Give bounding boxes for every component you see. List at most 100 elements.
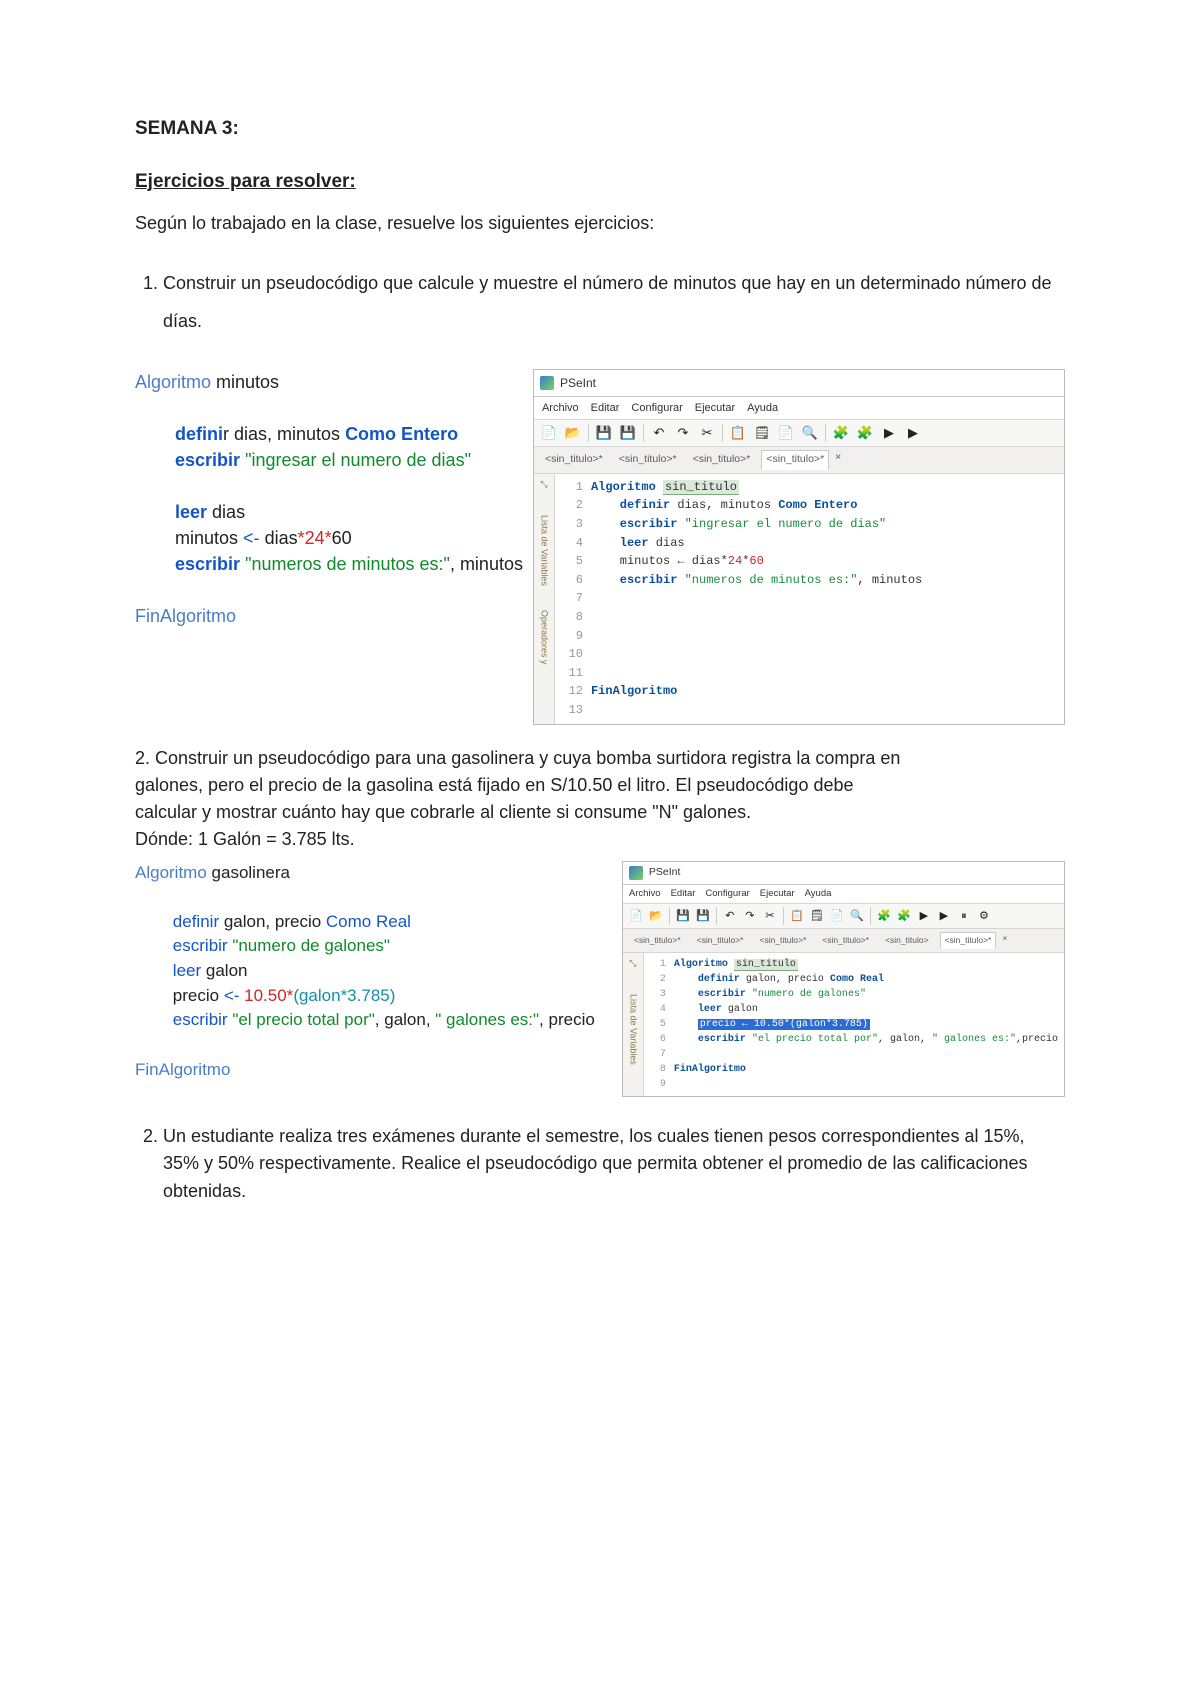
menu-editar[interactable]: Editar: [591, 400, 620, 417]
pseudo-code-2: Algoritmo gasolinera definir galon, prec…: [135, 861, 612, 1083]
line-number: 9: [561, 627, 591, 646]
side-gutter[interactable]: ⤡ Lista de Variables Operadores y: [534, 474, 555, 724]
toolbar-button-13[interactable]: ▶: [915, 908, 933, 924]
line-number: 1: [561, 478, 591, 497]
page-title: SEMANA 3:: [135, 115, 1065, 144]
toolbar-button-5[interactable]: ↷: [672, 423, 694, 443]
toolbar-button-7[interactable]: 📋: [788, 908, 806, 924]
menu-archivo[interactable]: Archivo: [629, 887, 661, 901]
toolbar-button-5[interactable]: ↷: [741, 908, 759, 924]
toolbar-button-1[interactable]: 📂: [647, 908, 665, 924]
code-line[interactable]: definir dias, minutos Como Entero: [591, 496, 857, 515]
toolbar-button-4[interactable]: ↶: [648, 423, 670, 443]
pseint-window-2: PSeInt Archivo Editar Configurar Ejecuta…: [622, 861, 1065, 1097]
tab-2[interactable]: <sin_titulo>*: [614, 450, 682, 470]
tab-close-icon[interactable]: ×: [835, 450, 841, 470]
gutter-operators[interactable]: Operadores y: [537, 610, 551, 665]
line-number: 2: [650, 972, 674, 987]
toolbar-button-0[interactable]: 📄: [627, 908, 645, 924]
toolbar: 📄📂💾💾↶↷✂📋🗒📄🔍🧩🧩▶▶⏸⚙: [623, 904, 1064, 929]
toolbar-button-2[interactable]: 💾: [674, 908, 692, 924]
toolbar-button-9[interactable]: 📄: [775, 423, 797, 443]
menu-ayuda[interactable]: Ayuda: [747, 400, 778, 417]
code-editor[interactable]: 1Algoritmo sin_titulo2 definir galon, pr…: [644, 953, 1064, 1096]
code-line[interactable]: Algoritmo sin_titulo: [591, 478, 739, 497]
pseudo-code-1: Algoritmo minutos definir dias, minutos …: [135, 369, 523, 630]
exercise-2-block: Algoritmo gasolinera definir galon, prec…: [135, 861, 1065, 1097]
toolbar-button-6[interactable]: ✂: [761, 908, 779, 924]
gutter-variables[interactable]: Lista de Variables: [537, 515, 551, 586]
exercise-item-3: Un estudiante realiza tres exámenes dura…: [163, 1123, 1065, 1207]
gutter-variables[interactable]: Lista de Variables: [626, 994, 640, 1065]
line-number: 11: [561, 664, 591, 683]
toolbar-button-13[interactable]: ▶: [878, 423, 900, 443]
code-line[interactable]: minutos ← dias*24*60: [591, 552, 764, 571]
toolbar-button-3[interactable]: 💾: [694, 908, 712, 924]
tab-3[interactable]: <sin_titulo>*: [754, 932, 811, 949]
toolbar-button-11[interactable]: 🧩: [830, 423, 852, 443]
menu-editar[interactable]: Editar: [671, 887, 696, 901]
gutter-expand-icon[interactable]: ⤡: [629, 957, 636, 971]
code-line[interactable]: escribir "numero de galones": [674, 987, 866, 1002]
menu-ejecutar[interactable]: Ejecutar: [760, 887, 795, 901]
code-line[interactable]: Algoritmo sin_titulo: [674, 957, 798, 972]
code-line[interactable]: leer galon: [674, 1002, 758, 1017]
toolbar-button-3[interactable]: 💾: [617, 423, 639, 443]
code-line[interactable]: escribir "ingresar el numero de dias": [591, 515, 886, 534]
code-line[interactable]: definir galon, precio Como Real: [674, 972, 884, 987]
gutter-expand-icon[interactable]: ⤡: [540, 478, 547, 492]
code-line[interactable]: escribir "el precio total por", galon, "…: [674, 1032, 1058, 1047]
window-titlebar[interactable]: PSeInt: [623, 862, 1064, 885]
tab-3[interactable]: <sin_titulo>*: [688, 450, 756, 470]
toolbar-button-15[interactable]: ⏸: [955, 908, 973, 924]
toolbar-button-16[interactable]: ⚙: [975, 908, 993, 924]
exercise-1-block: Algoritmo minutos definir dias, minutos …: [135, 369, 1065, 725]
menu-configurar[interactable]: Configurar: [705, 887, 749, 901]
toolbar-button-12[interactable]: 🧩: [895, 908, 913, 924]
toolbar-button-8[interactable]: 🗒: [751, 423, 773, 443]
toolbar-button-10[interactable]: 🔍: [848, 908, 866, 924]
tab-4[interactable]: <sin_titulo>*: [817, 932, 874, 949]
tab-1[interactable]: <sin_titulo>*: [540, 450, 608, 470]
toolbar-button-12[interactable]: 🧩: [854, 423, 876, 443]
code-line[interactable]: precio ← 10.50*(galon*3.785): [674, 1017, 870, 1032]
tab-2[interactable]: <sin_titulo>*: [692, 932, 749, 949]
code-line[interactable]: leer dias: [591, 534, 685, 553]
tab-6-active[interactable]: <sin_titulo>*: [940, 932, 997, 949]
menu-archivo[interactable]: Archivo: [542, 400, 579, 417]
toolbar-button-7[interactable]: 📋: [727, 423, 749, 443]
tab-1[interactable]: <sin_titulo>*: [629, 932, 686, 949]
pseint-window-1: PSeInt Archivo Editar Configurar Ejecuta…: [533, 369, 1065, 725]
tab-5[interactable]: <sin_titulo>: [880, 932, 933, 949]
code-line[interactable]: escribir "numeros de minutos es:", minut…: [591, 571, 922, 590]
toolbar-button-10[interactable]: 🔍: [799, 423, 821, 443]
toolbar-button-8[interactable]: 🗒: [808, 908, 826, 924]
side-gutter[interactable]: ⤡ Lista de Variables: [623, 953, 644, 1096]
line-number: 7: [561, 589, 591, 608]
menu-ayuda[interactable]: Ayuda: [805, 887, 832, 901]
code-line[interactable]: FinAlgoritmo: [591, 682, 677, 701]
toolbar-button-2[interactable]: 💾: [593, 423, 615, 443]
toolbar-button-14[interactable]: ▶: [902, 423, 924, 443]
toolbar-button-11[interactable]: 🧩: [875, 908, 893, 924]
toolbar-button-4[interactable]: ↶: [721, 908, 739, 924]
toolbar-button-9[interactable]: 📄: [828, 908, 846, 924]
code-line[interactable]: FinAlgoritmo: [674, 1062, 746, 1077]
line-number: 2: [561, 496, 591, 515]
menu-ejecutar[interactable]: Ejecutar: [695, 400, 735, 417]
line-number: 13: [561, 701, 591, 720]
code-editor[interactable]: 1Algoritmo sin_titulo2 definir dias, min…: [555, 474, 1064, 724]
intro-text: Según lo trabajado en la clase, resuelve…: [135, 210, 1065, 237]
line-number: 6: [650, 1032, 674, 1047]
toolbar-button-1[interactable]: 📂: [562, 423, 584, 443]
tab-close-icon[interactable]: ×: [1002, 932, 1007, 949]
section-subheading: Ejercicios para resolver:: [135, 168, 1065, 197]
editor-body: ⤡ Lista de Variables Operadores y 1Algor…: [534, 474, 1064, 724]
toolbar-button-0[interactable]: 📄: [538, 423, 560, 443]
toolbar-button-14[interactable]: ▶: [935, 908, 953, 924]
tab-4-active[interactable]: <sin_titulo>*: [761, 450, 829, 470]
toolbar-button-6[interactable]: ✂: [696, 423, 718, 443]
editor-body: ⤡ Lista de Variables 1Algoritmo sin_titu…: [623, 953, 1064, 1096]
menu-configurar[interactable]: Configurar: [631, 400, 682, 417]
window-titlebar[interactable]: PSeInt: [534, 370, 1064, 397]
